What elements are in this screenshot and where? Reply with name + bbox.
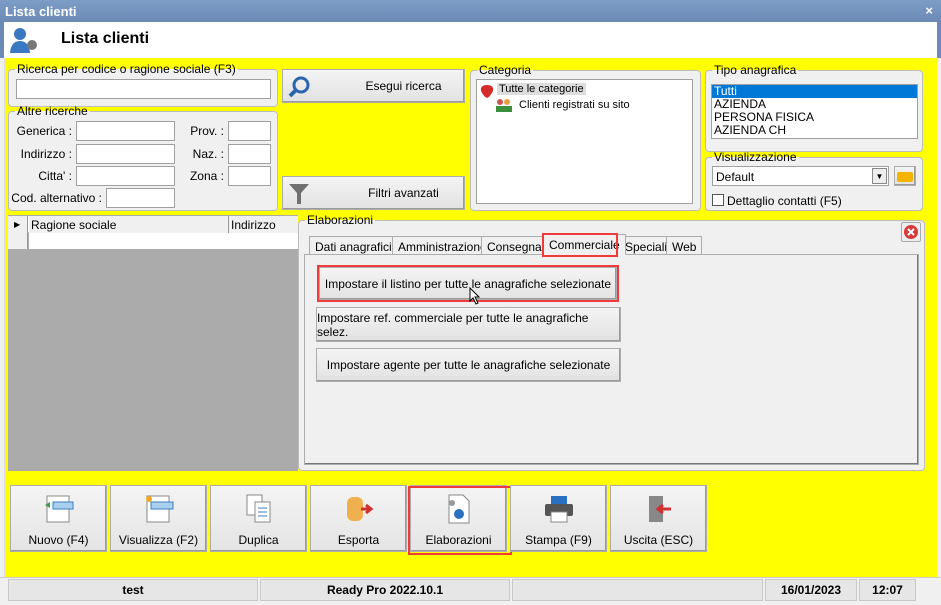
prov-label: Prov. : — [190, 124, 224, 138]
contact-detail-label: Dettaglio contatti (F5) — [727, 194, 842, 208]
export-button[interactable]: Esporta — [310, 485, 407, 552]
naz-label: Naz. : — [192, 147, 224, 161]
open-folder-button[interactable] — [894, 166, 916, 186]
filters-button-label: Filtri avanzati — [368, 186, 439, 200]
cod-alt-label: Cod. alternativo : — [11, 191, 102, 205]
export-icon — [347, 497, 374, 521]
view-label: Visualizza (F2) — [118, 533, 199, 547]
chevron-down-icon[interactable]: ▼ — [872, 168, 887, 184]
view-button[interactable]: Visualizza (F2) — [110, 485, 207, 552]
close-icon — [904, 225, 918, 239]
set-commercial-ref-button[interactable]: Impostare ref. commerciale per tutte le … — [316, 307, 621, 342]
status-extra — [512, 579, 763, 601]
strawberry-icon — [480, 85, 494, 98]
citta-label: Citta' : — [38, 169, 72, 183]
folder-icon — [897, 172, 913, 182]
zona-input[interactable] — [228, 166, 271, 186]
indirizzo-input[interactable] — [76, 144, 175, 164]
status-user: test — [8, 579, 258, 601]
tree-item-site-clients[interactable]: Clienti registrati su sito — [519, 99, 630, 111]
header: Lista clienti — [0, 22, 941, 58]
page-title: Lista clienti — [61, 30, 150, 47]
set-agent-button[interactable]: Impostare agente per tutte le anagrafich… — [316, 348, 621, 382]
new-button[interactable]: Nuovo (F4) — [10, 485, 107, 552]
new-record-icon — [45, 495, 74, 523]
highlight-box — [408, 486, 512, 555]
tab-amministrazione[interactable]: Amministrazione — [392, 236, 493, 255]
search-icon — [288, 76, 310, 98]
highlight-box — [317, 265, 619, 302]
generica-label: Generica : — [16, 124, 72, 138]
tipo-listbox[interactable]: Tutti AZIENDA PERSONA FISICA AZIENDA CH — [711, 84, 918, 139]
indirizzo-label: Indirizzo : — [20, 147, 72, 161]
print-button[interactable]: Stampa (F9) — [510, 485, 607, 552]
categoria-tree[interactable]: Tutte le categorie Clienti registrati su… — [476, 79, 693, 204]
prov-input[interactable] — [228, 121, 271, 141]
search-button-label: Esegui ricerca — [365, 79, 442, 93]
tab-dati-anagrafici[interactable]: Dati anagrafici — [309, 236, 398, 255]
advanced-filters-button[interactable]: Filtri avanzati — [282, 176, 465, 210]
close-icon[interactable]: × — [925, 3, 933, 18]
filter-icon — [289, 184, 309, 204]
elab-legend: Elaborazioni — [307, 213, 374, 227]
status-time: 12:07 — [859, 579, 916, 601]
close-panel-button[interactable] — [901, 222, 921, 242]
view-select[interactable]: Default ▼ — [712, 166, 889, 186]
exit-label: Uscita (ESC) — [623, 533, 694, 547]
users-icon — [496, 99, 512, 112]
zona-label: Zona : — [189, 169, 224, 183]
exit-button[interactable]: Uscita (ESC) — [610, 485, 707, 552]
generica-input[interactable] — [76, 121, 175, 141]
contact-detail-checkbox[interactable] — [712, 194, 724, 206]
status-version: Ready Pro 2022.10.1 — [260, 579, 510, 601]
categoria-legend: Categoria — [479, 63, 532, 77]
column-header-indirizzo[interactable]: Indirizzo — [229, 216, 298, 233]
tipo-legend: Tipo anagrafica — [714, 63, 797, 77]
row-indicator-icon: ▶ — [8, 216, 28, 249]
cursor-icon — [469, 287, 481, 305]
duplicate-icon — [246, 494, 271, 523]
clients-icon — [10, 28, 37, 53]
citta-input[interactable] — [76, 166, 175, 186]
tipo-item[interactable]: AZIENDA CH — [712, 124, 917, 137]
new-label: Nuovo (F4) — [28, 533, 89, 547]
printer-icon — [545, 496, 573, 523]
view-record-icon — [146, 495, 174, 523]
view-select-value: Default — [716, 170, 755, 184]
status-date: 16/01/2023 — [765, 579, 857, 601]
search-input[interactable] — [16, 79, 271, 99]
duplicate-button[interactable]: Duplica — [210, 485, 307, 552]
vis-legend: Visualizzazione — [714, 150, 797, 164]
tab-consegna[interactable]: Consegna — [481, 236, 548, 255]
title-bar: Lista clienti — [0, 0, 941, 22]
naz-input[interactable] — [228, 144, 271, 164]
column-header-ragione[interactable]: Ragione sociale — [29, 216, 229, 233]
search-legend: Ricerca per codice o ragione sociale (F3… — [17, 62, 236, 76]
duplicate-label: Duplica — [238, 533, 279, 547]
other-search-legend: Altre ricerche — [17, 104, 88, 118]
search-button[interactable]: Esegui ricerca — [282, 69, 465, 103]
cod-alt-input[interactable] — [106, 188, 175, 208]
tree-item-all[interactable]: Tutte le categorie — [497, 83, 586, 95]
window-title: Lista clienti — [5, 4, 77, 19]
clients-grid[interactable]: ▶ Ragione sociale Indirizzo — [8, 215, 298, 471]
exit-icon — [649, 496, 671, 522]
tab-web[interactable]: Web — [666, 236, 703, 255]
tab-speciali[interactable]: Speciali — [619, 236, 674, 255]
print-label: Stampa (F9) — [525, 533, 592, 547]
highlight-box — [542, 233, 618, 257]
export-label: Esporta — [337, 533, 380, 547]
